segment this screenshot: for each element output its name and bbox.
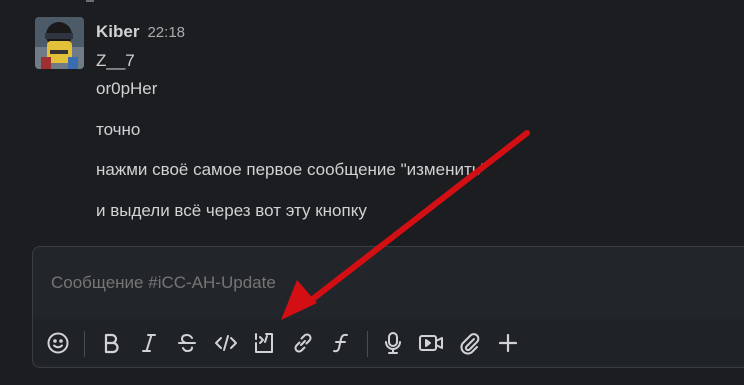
chat-window: Kiber 22:18 Z__7 or0pHer точно нажми сво… [0, 0, 744, 385]
avatar[interactable] [35, 17, 84, 69]
emoji-icon[interactable] [44, 329, 72, 357]
code-icon[interactable] [212, 329, 240, 357]
message-line: or0pHer [96, 79, 158, 98]
formatting-toolbar [33, 319, 744, 365]
microphone-icon[interactable] [379, 329, 407, 357]
toolbar-separator [367, 331, 368, 357]
divider [86, 0, 94, 2]
plus-icon[interactable] [494, 329, 522, 357]
attachment-icon[interactable] [455, 329, 483, 357]
message-line: нажми своё самое первое сообщение "измен… [96, 160, 487, 179]
bold-icon[interactable] [97, 329, 125, 357]
message-line: точно [96, 120, 141, 139]
code-block-icon[interactable] [250, 329, 278, 357]
message-line: и выдели всё через вот эту кнопку [96, 201, 367, 220]
function-icon[interactable] [327, 329, 355, 357]
video-icon[interactable] [417, 329, 445, 357]
toolbar-separator [84, 331, 85, 357]
message-header: Kiber 22:18 [96, 22, 185, 42]
message-composer [32, 246, 744, 368]
message-time[interactable]: 22:18 [147, 24, 185, 41]
italic-icon[interactable] [135, 329, 163, 357]
link-icon[interactable] [289, 329, 317, 357]
author-name[interactable]: Kiber [96, 22, 139, 42]
message-input[interactable] [49, 272, 653, 294]
strikethrough-icon[interactable] [173, 329, 201, 357]
message-line: Z__7 [96, 51, 135, 70]
